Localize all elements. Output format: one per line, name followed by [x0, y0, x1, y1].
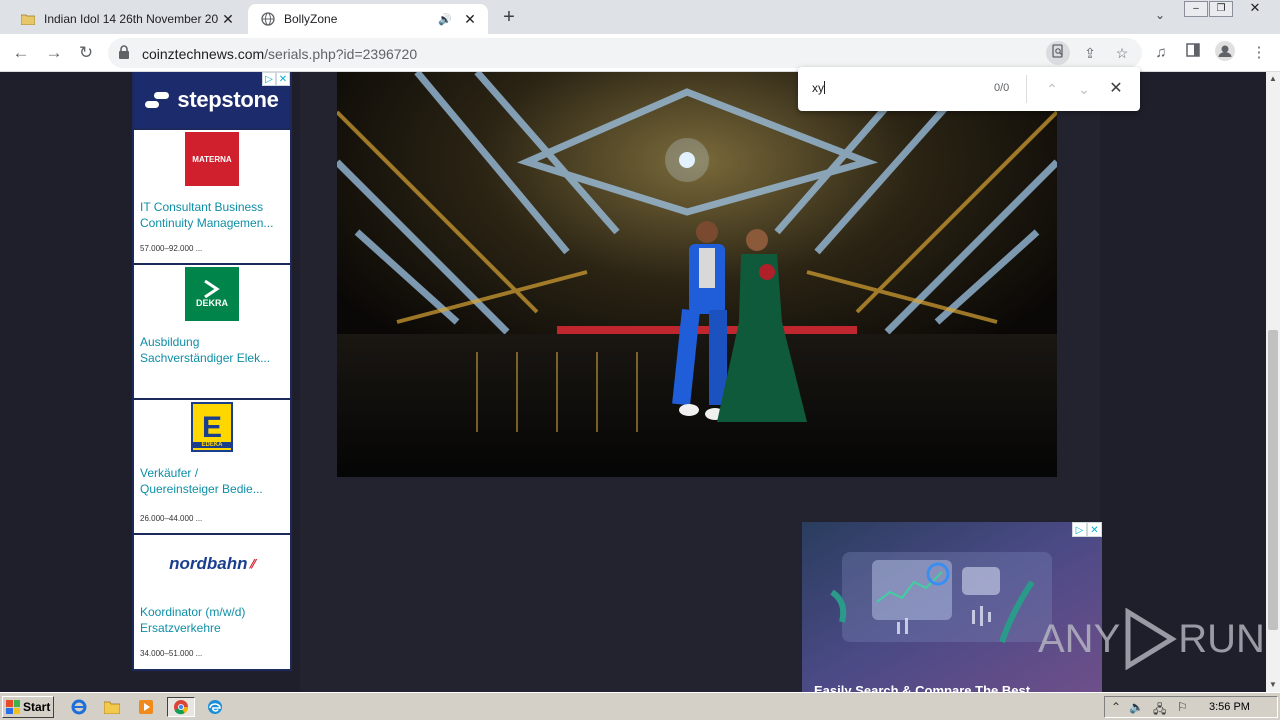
find-next-icon[interactable]: ⌄: [1072, 77, 1096, 101]
minimize-button[interactable]: –: [1184, 1, 1208, 17]
edeka-logo: E EDEKA: [191, 402, 233, 452]
job-title[interactable]: IT Consultant Business: [140, 199, 284, 215]
left-job-ad[interactable]: stepstone ▷ ✕ MATERNA IT Consultant Busi…: [132, 72, 292, 671]
job-salary: 34.000–51.000 ...: [140, 649, 203, 658]
job-title[interactable]: Ersatzverkehre: [140, 620, 284, 636]
url-text: coinztechnews.com/serials.php?id=2396720: [142, 46, 418, 62]
show-hidden-icons-icon[interactable]: ⌃: [1111, 700, 1121, 714]
ad-choices[interactable]: ▷ ✕: [262, 72, 290, 86]
tab-strip: Indian Idol 14 26th November 2023 ✕ Boll…: [0, 0, 1280, 34]
speaker-icon[interactable]: 🔊: [438, 13, 454, 26]
restore-button[interactable]: ❐: [1209, 1, 1233, 17]
profile-avatar-icon[interactable]: [1213, 41, 1237, 65]
tab-search-icon[interactable]: ⌄: [1150, 8, 1170, 26]
tab-title: Indian Idol 14 26th November 2023: [44, 12, 218, 26]
chrome-menu-icon[interactable]: ⋮: [1247, 41, 1271, 65]
job-salary: 26.000–44.000 ...: [140, 514, 203, 523]
vertical-scrollbar[interactable]: ▲ ▼: [1266, 72, 1280, 692]
job-title[interactable]: Sachverständiger Elek...: [140, 350, 284, 366]
find-result-count: 0/0: [994, 82, 1010, 94]
bookmark-star-icon[interactable]: ☆: [1110, 41, 1134, 65]
media-player-icon[interactable]: [135, 697, 157, 717]
job-listing[interactable]: DEKRA Ausbildung Sachverständiger Elek..…: [134, 263, 290, 398]
ad-caption[interactable]: Easily Search & Compare The Best: [814, 683, 1030, 692]
job-salary: 57.000–92.000 ...: [140, 244, 203, 253]
materna-logo: MATERNA: [185, 132, 239, 186]
dekra-mark-icon: [204, 280, 220, 298]
folder-icon: [20, 11, 36, 27]
reload-icon[interactable]: ↻: [74, 41, 98, 65]
tab-title: BollyZone: [284, 12, 338, 26]
file-explorer-icon[interactable]: [101, 697, 123, 717]
new-tab-button[interactable]: +: [497, 6, 521, 30]
video-frame-image: [337, 72, 1057, 477]
chrome-taskbar-icon[interactable]: [167, 697, 195, 717]
job-listing[interactable]: MATERNA IT Consultant Business Continuit…: [134, 128, 290, 263]
ad-close-icon[interactable]: ✕: [1087, 522, 1102, 537]
scroll-down-arrow-icon[interactable]: ▼: [1266, 678, 1280, 692]
nordbahn-logo: nordbahn ⫽: [169, 554, 255, 573]
find-in-page-icon[interactable]: [1046, 41, 1070, 65]
find-divider: [1026, 75, 1027, 103]
play-logo-icon: [1125, 608, 1178, 670]
job-title[interactable]: Ausbildung: [140, 334, 284, 350]
windows-taskbar: Start ⌃ 🔈 🖧 ⚐ 3:56 PM: [0, 692, 1280, 720]
job-title[interactable]: Quereinsteiger Bedie...: [140, 481, 284, 497]
job-listing[interactable]: E EDEKA Verkäufer / Quereinsteiger Bedie…: [134, 398, 290, 533]
stepstone-mark-icon: [145, 92, 170, 108]
video-player[interactable]: [337, 72, 1057, 477]
find-input[interactable]: xy: [812, 81, 825, 95]
side-panel-icon[interactable]: [1181, 41, 1205, 65]
forward-icon[interactable]: →: [42, 41, 66, 65]
lock-icon[interactable]: [118, 45, 132, 61]
web-page: stepstone ▷ ✕ MATERNA IT Consultant Busi…: [0, 72, 1266, 692]
internet-explorer-icon[interactable]: [68, 697, 90, 717]
network-icon[interactable]: 🖧: [1153, 700, 1166, 720]
start-button[interactable]: Start: [2, 696, 54, 718]
scrollbar-thumb[interactable]: [1268, 330, 1278, 630]
scroll-up-arrow-icon[interactable]: ▲: [1266, 72, 1280, 86]
job-title[interactable]: Koordinator (m/w/d): [140, 604, 284, 620]
job-listing[interactable]: nordbahn ⫽ Koordinator (m/w/d) Ersatzverk…: [134, 533, 290, 668]
find-previous-icon[interactable]: ⌃: [1040, 77, 1064, 101]
find-close-icon[interactable]: ✕: [1104, 77, 1128, 101]
close-window-button[interactable]: ✕: [1240, 1, 1270, 17]
ad-info-icon[interactable]: ▷: [262, 72, 276, 86]
system-tray: ⌃ 🔈 🖧 ⚐ 3:56 PM: [1104, 696, 1278, 718]
media-control-icon[interactable]: ♫: [1149, 41, 1173, 65]
clock[interactable]: 3:56 PM: [1209, 701, 1250, 713]
ad-choices[interactable]: ▷ ✕: [1072, 522, 1102, 537]
tab-indian-idol[interactable]: Indian Idol 14 26th November 2023 ✕: [8, 4, 246, 34]
job-title[interactable]: Verkäufer /: [140, 465, 284, 481]
edge-icon[interactable]: [204, 697, 226, 717]
close-tab-icon[interactable]: ✕: [218, 9, 238, 29]
action-center-flag-icon[interactable]: ⚐: [1177, 700, 1188, 714]
dekra-logo: DEKRA: [185, 267, 239, 321]
find-bar: xy 0/0 ⌃ ⌄ ✕: [798, 67, 1140, 111]
share-icon[interactable]: ⇪: [1078, 41, 1102, 65]
windows-logo-icon: [6, 700, 20, 714]
close-tab-icon[interactable]: ✕: [460, 9, 480, 29]
globe-icon: [260, 11, 276, 27]
address-bar[interactable]: coinztechnews.com/serials.php?id=2396720…: [108, 38, 1142, 68]
anyrun-watermark: ANY RUN: [1038, 608, 1265, 670]
ad-close-icon[interactable]: ✕: [276, 72, 290, 86]
tab-bollyzone[interactable]: BollyZone 🔊 ✕: [248, 4, 488, 34]
ad-info-icon[interactable]: ▷: [1072, 522, 1087, 537]
volume-icon[interactable]: 🔈: [1129, 700, 1144, 714]
job-title[interactable]: Continuity Managemen...: [140, 215, 284, 231]
back-icon[interactable]: ←: [9, 41, 33, 65]
